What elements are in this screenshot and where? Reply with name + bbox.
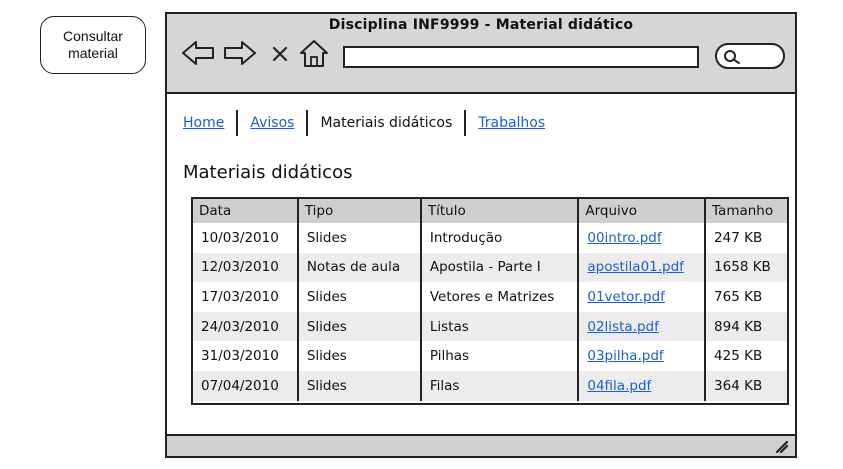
cell-data: 10/03/2010: [193, 223, 299, 253]
browser-window: Disciplina INF9999 - Material didático H…: [165, 12, 797, 458]
nav-separator: [306, 110, 309, 136]
cell-titulo: Introdução: [420, 223, 580, 253]
cell-tamanho: 425 KB: [714, 348, 763, 365]
resize-grip-icon[interactable]: [773, 438, 789, 454]
cell-tipo: Notas de aula: [297, 252, 422, 283]
browser-toolbar: Disciplina INF9999 - Material didático: [167, 14, 795, 94]
file-link[interactable]: 03pilha.pdf: [587, 348, 663, 364]
cell-tipo: Slides: [297, 282, 422, 312]
column-header-titulo: Título: [420, 199, 580, 223]
table-row: 12/03/2010 Notas de aula Apostila - Part…: [193, 252, 787, 283]
window-title: Disciplina INF9999 - Material didático: [328, 17, 634, 33]
nav-home-link[interactable]: Home: [183, 115, 224, 131]
cell-arquivo: 04fila.pdf: [578, 370, 707, 401]
cell-arquivo: 00intro.pdf: [578, 223, 707, 253]
cell-tipo: Slides: [297, 341, 422, 371]
cell-tamanho: 765 KB: [714, 288, 763, 305]
cell-tamanho: 894 KB: [705, 311, 787, 342]
cell-data: 07/04/2010: [193, 370, 299, 401]
column-header-tamanho: Tamanho: [705, 199, 787, 223]
cell-tamanho: 247 KB: [714, 229, 763, 246]
cell-titulo: Vetores e Matrizes: [420, 282, 580, 312]
status-bar: [167, 434, 795, 456]
table-row: 07/04/2010 Slides Filas 04fila.pdf 364 K…: [193, 370, 787, 401]
cell-data: 31/03/2010: [193, 341, 299, 371]
materials-table: Data Tipo Título Arquivo Tamanho 10/03/2…: [191, 197, 789, 405]
cell-tipo: Slides: [297, 223, 422, 253]
file-link[interactable]: 00intro.pdf: [587, 230, 661, 246]
cell-tipo: Slides: [297, 370, 422, 401]
cell-titulo: Pilhas: [420, 341, 580, 371]
cell-titulo: Apostila - Parte I: [420, 252, 580, 283]
file-link[interactable]: 04fila.pdf: [587, 378, 651, 394]
back-arrow-icon[interactable]: [181, 38, 215, 68]
annotation-note: Consultar material: [40, 16, 146, 74]
column-header-data: Data: [193, 199, 299, 223]
nav-current-page: Materiais didáticos: [320, 115, 453, 131]
file-link[interactable]: apostila01.pdf: [587, 259, 684, 275]
column-header-arquivo: Arquivo: [578, 199, 707, 223]
cell-titulo: Listas: [420, 311, 580, 342]
file-link[interactable]: 01vetor.pdf: [587, 289, 665, 305]
home-icon[interactable]: [297, 38, 331, 68]
search-box[interactable]: [715, 43, 785, 69]
cell-tamanho: 364 KB: [705, 370, 787, 401]
nav-separator: [464, 110, 467, 136]
nav-trabalhos-link[interactable]: Trabalhos: [478, 115, 545, 131]
cell-arquivo: 01vetor.pdf: [578, 282, 707, 312]
cell-arquivo: 03pilha.pdf: [578, 341, 707, 371]
stop-icon[interactable]: [268, 38, 292, 68]
nav-separator: [236, 110, 239, 136]
address-bar[interactable]: [343, 46, 699, 68]
table-row: 24/03/2010 Slides Listas 02lista.pdf 894…: [193, 311, 787, 342]
forward-arrow-icon[interactable]: [223, 38, 257, 68]
cell-arquivo: 02lista.pdf: [578, 311, 707, 342]
cell-data: 17/03/2010: [193, 282, 299, 312]
table-row: 10/03/2010 Slides Introdução 00intro.pdf…: [193, 223, 787, 253]
table-row: 31/03/2010 Slides Pilhas 03pilha.pdf 425…: [193, 341, 787, 371]
site-nav: Home Avisos Materiais didáticos Trabalho…: [183, 109, 545, 137]
table-row: 17/03/2010 Slides Vetores e Matrizes 01v…: [193, 282, 787, 312]
cell-data: 24/03/2010: [193, 311, 299, 342]
cell-arquivo: apostila01.pdf: [578, 252, 707, 283]
file-link[interactable]: 02lista.pdf: [587, 319, 658, 335]
nav-avisos-link[interactable]: Avisos: [250, 115, 294, 131]
cell-tamanho: 1658 KB: [705, 252, 787, 283]
table-header-row: Data Tipo Título Arquivo Tamanho: [193, 199, 787, 223]
cell-data: 12/03/2010: [193, 252, 299, 283]
cell-titulo: Filas: [420, 370, 580, 401]
page-title: Materiais didáticos: [183, 162, 353, 183]
column-header-tipo: Tipo: [297, 199, 422, 223]
search-icon: [724, 50, 740, 64]
cell-tipo: Slides: [297, 311, 422, 342]
